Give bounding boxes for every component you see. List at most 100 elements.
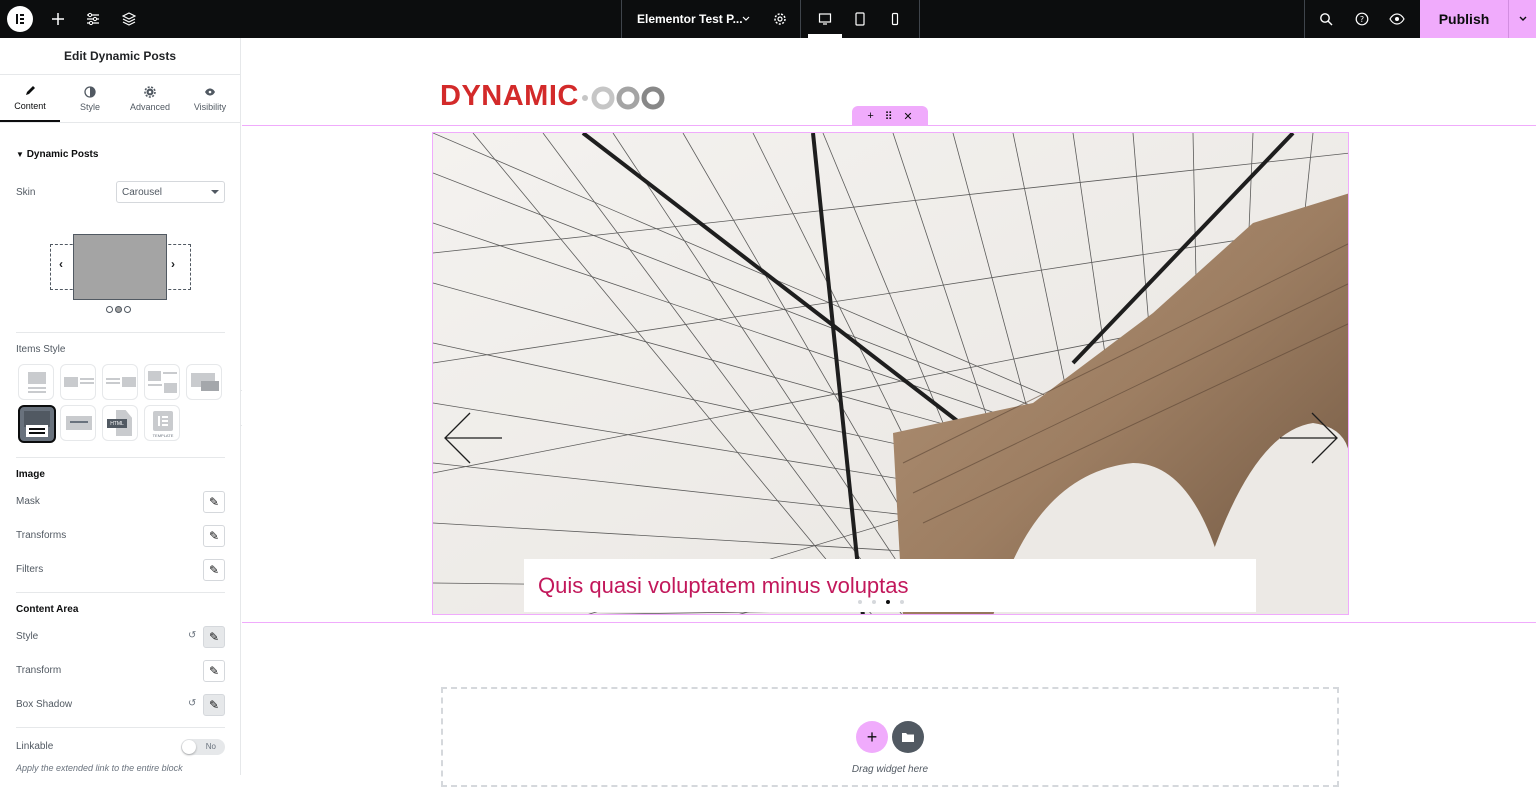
tab-content[interactable]: Content: [0, 75, 60, 122]
half-circle-icon: [84, 85, 96, 98]
items-style-option-4[interactable]: [144, 364, 180, 400]
sliders-icon: [87, 12, 99, 26]
items-style-option-2[interactable]: [60, 364, 96, 400]
linkable-label: Linkable: [16, 741, 54, 752]
carousel-next-arrow[interactable]: [1278, 412, 1338, 469]
tab-visibility[interactable]: Visibility: [180, 75, 240, 122]
linkable-hint: Apply the extended link to the entire bl…: [16, 763, 183, 773]
carousel-dot[interactable]: [858, 600, 862, 604]
chevron-right-icon: ›: [171, 257, 175, 271]
carousel-prev-arrow[interactable]: [444, 412, 504, 469]
help-icon: ?: [1355, 12, 1369, 26]
carousel-dot-active[interactable]: [886, 600, 890, 604]
section-toggle-dynamic-posts[interactable]: ▼ Dynamic Posts: [16, 149, 98, 160]
mask-edit-button[interactable]: ✎: [203, 491, 225, 513]
tab-advanced[interactable]: Advanced: [120, 75, 180, 122]
toggle-value: No: [205, 742, 216, 751]
svg-text:?: ?: [1360, 15, 1364, 24]
skin-select[interactable]: Carousel: [116, 181, 225, 203]
publish-button[interactable]: Publish: [1420, 0, 1508, 38]
close-icon[interactable]: ✕: [903, 110, 912, 123]
drag-handle-icon[interactable]: ⠿: [885, 110, 893, 123]
reset-icon[interactable]: ↺: [188, 630, 196, 641]
html-badge: HTML: [107, 419, 127, 428]
content-area-heading: Content Area: [16, 604, 79, 615]
mobile-icon: [891, 12, 899, 26]
items-style-option-5[interactable]: [186, 364, 222, 400]
linkable-toggle[interactable]: No: [181, 739, 225, 755]
tab-label: Style: [79, 101, 100, 112]
carousel-dot[interactable]: [900, 600, 904, 604]
logo-circles-icon: [581, 86, 665, 109]
carousel-dot[interactable]: [872, 600, 876, 604]
arrow-left-icon: [444, 412, 502, 464]
filters-label: Filters: [16, 564, 44, 575]
desktop-view-button[interactable]: [812, 0, 838, 38]
page-menu-button[interactable]: [738, 0, 754, 38]
gear-icon: [144, 85, 156, 98]
section-handle[interactable]: + ⠿ ✕: [852, 106, 928, 126]
eye-icon: [205, 88, 215, 95]
tablet-view-button[interactable]: [847, 0, 873, 38]
post-title[interactable]: Quis quasi voluptatem minus voluptas: [524, 559, 1256, 612]
panel-title: Edit Dynamic Posts: [0, 38, 240, 75]
items-style-option-1[interactable]: [18, 364, 54, 400]
page-title[interactable]: Elementor Test P...: [637, 0, 743, 38]
carousel-dots: [858, 600, 904, 604]
filters-edit-button[interactable]: ✎: [203, 559, 225, 581]
transform-edit-button[interactable]: ✎: [203, 660, 225, 682]
pencil-icon: ✎: [208, 529, 220, 543]
arrow-right-icon: [1280, 412, 1338, 464]
gear-icon: [774, 13, 786, 25]
pencil-icon: ✎: [208, 664, 220, 678]
style-label: Style: [16, 631, 39, 642]
plus-icon[interactable]: +: [867, 110, 873, 122]
editor-panel: Edit Dynamic Posts Content Style Advance…: [0, 38, 241, 775]
elementor-logo-icon: [7, 6, 33, 32]
transforms-label: Transforms: [16, 530, 67, 541]
site-settings-button[interactable]: [81, 0, 105, 38]
carousel-preview: ‹ ›: [50, 234, 191, 314]
tab-style[interactable]: Style: [60, 75, 120, 122]
search-button[interactable]: [1314, 0, 1338, 38]
help-button[interactable]: ?: [1350, 0, 1374, 38]
add-template-button[interactable]: [892, 721, 924, 753]
chevron-down-icon: [742, 16, 750, 21]
pencil-icon: ✎: [208, 698, 220, 712]
style-edit-button[interactable]: ✎: [203, 626, 225, 648]
tab-label: Content: [14, 100, 46, 111]
items-style-option-overlay[interactable]: [18, 405, 56, 443]
chevron-left-icon: ‹: [59, 257, 63, 271]
items-style-option-3[interactable]: [102, 364, 138, 400]
plus-icon: [52, 13, 64, 25]
search-icon: [1320, 13, 1333, 26]
pencil-icon: ✎: [208, 495, 220, 509]
tab-label: Visibility: [193, 101, 227, 112]
page-settings-button[interactable]: [768, 0, 792, 38]
logo-text: DYNAMIC: [440, 80, 579, 112]
carousel-slide-image[interactable]: [432, 132, 1349, 615]
publish-options-button[interactable]: [1508, 0, 1536, 38]
box-shadow-edit-button[interactable]: ✎: [203, 694, 225, 716]
transforms-edit-button[interactable]: ✎: [203, 525, 225, 547]
transform-label: Transform: [16, 665, 62, 676]
skin-label: Skin: [16, 187, 36, 198]
elementor-logo-button[interactable]: [7, 0, 33, 38]
bridge-photo: [433, 133, 1348, 614]
items-style-label: Items Style: [16, 344, 66, 355]
add-section-button[interactable]: +: [856, 721, 888, 753]
caret-down-icon: ▼: [16, 150, 24, 159]
image-heading: Image: [16, 469, 45, 480]
desktop-icon: [818, 13, 832, 25]
reset-icon[interactable]: ↺: [188, 698, 196, 709]
items-style-option-7[interactable]: [60, 405, 96, 441]
mobile-view-button[interactable]: [882, 0, 908, 38]
top-bar: Elementor Test P... ? Publish: [0, 0, 1536, 38]
preview-button[interactable]: [1385, 0, 1409, 38]
plus-icon: +: [866, 726, 878, 747]
items-style-option-html[interactable]: HTML: [102, 405, 138, 441]
site-logo[interactable]: DYNAMIC: [440, 80, 671, 113]
items-style-option-template[interactable]: TEMPLATE: [144, 405, 180, 441]
add-element-button[interactable]: [46, 0, 70, 38]
structure-button[interactable]: [117, 0, 141, 38]
